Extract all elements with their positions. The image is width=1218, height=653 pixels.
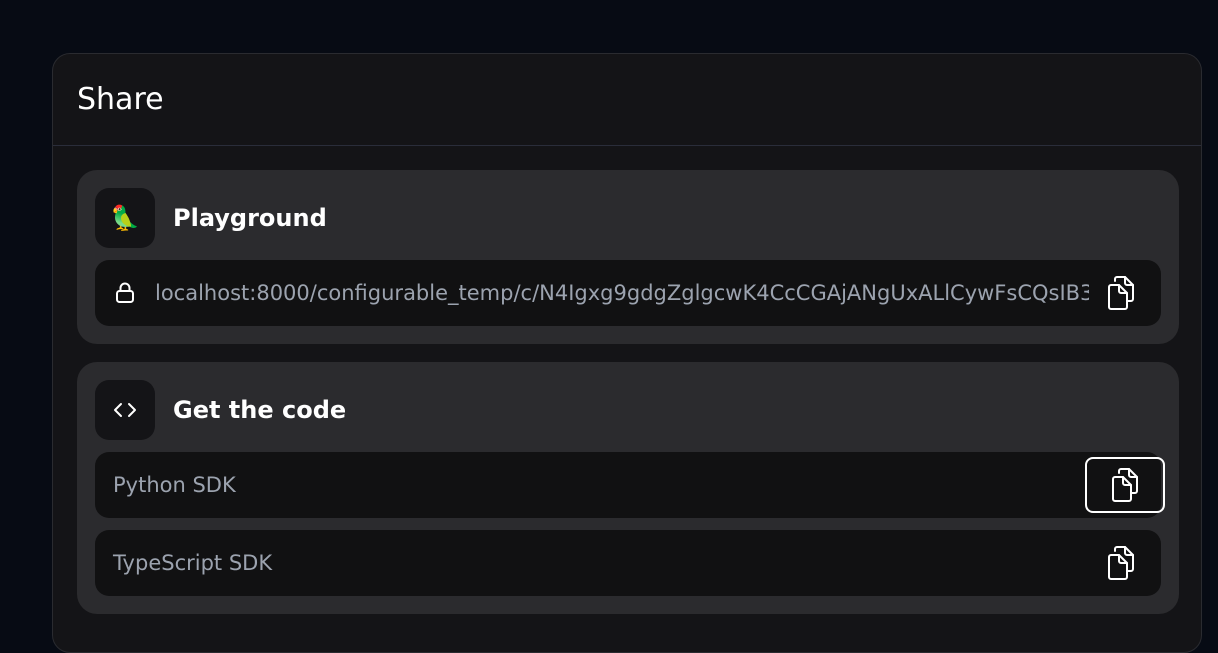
copy-url-button[interactable] xyxy=(1105,274,1137,312)
playground-url-field[interactable]: localhost:8000/configurable_temp/c/N4Igx… xyxy=(95,260,1161,326)
dialog-header: Share xyxy=(53,54,1201,146)
playground-title: Playground xyxy=(173,204,327,232)
copy-python-sdk-button[interactable] xyxy=(1085,457,1165,513)
python-sdk-label: Python SDK xyxy=(113,473,236,497)
share-dialog: Share 🦜 Playground localhost:8000/config… xyxy=(52,53,1202,653)
copy-icon xyxy=(1108,546,1134,580)
typescript-sdk-row[interactable]: TypeScript SDK xyxy=(95,530,1161,596)
copy-icon xyxy=(1112,468,1138,502)
get-code-card-header: Get the code xyxy=(95,380,346,440)
parrot-icon: 🦜 xyxy=(95,188,155,248)
copy-icon xyxy=(1108,276,1134,310)
playground-url[interactable]: localhost:8000/configurable_temp/c/N4Igx… xyxy=(155,281,1089,305)
copy-typescript-sdk-button[interactable] xyxy=(1105,544,1137,582)
python-sdk-row[interactable]: Python SDK xyxy=(95,452,1165,518)
lock-icon xyxy=(115,282,135,304)
playground-card-header: 🦜 Playground xyxy=(95,188,327,248)
code-icon xyxy=(95,380,155,440)
get-code-title: Get the code xyxy=(173,396,347,424)
dialog-title: Share xyxy=(77,82,164,117)
get-code-card: Get the code Python SDK TypeScript SDK xyxy=(77,362,1179,614)
typescript-sdk-label: TypeScript SDK xyxy=(113,551,273,575)
parrot-emoji: 🦜 xyxy=(110,204,140,232)
playground-card: 🦜 Playground localhost:8000/configurable… xyxy=(77,170,1179,344)
